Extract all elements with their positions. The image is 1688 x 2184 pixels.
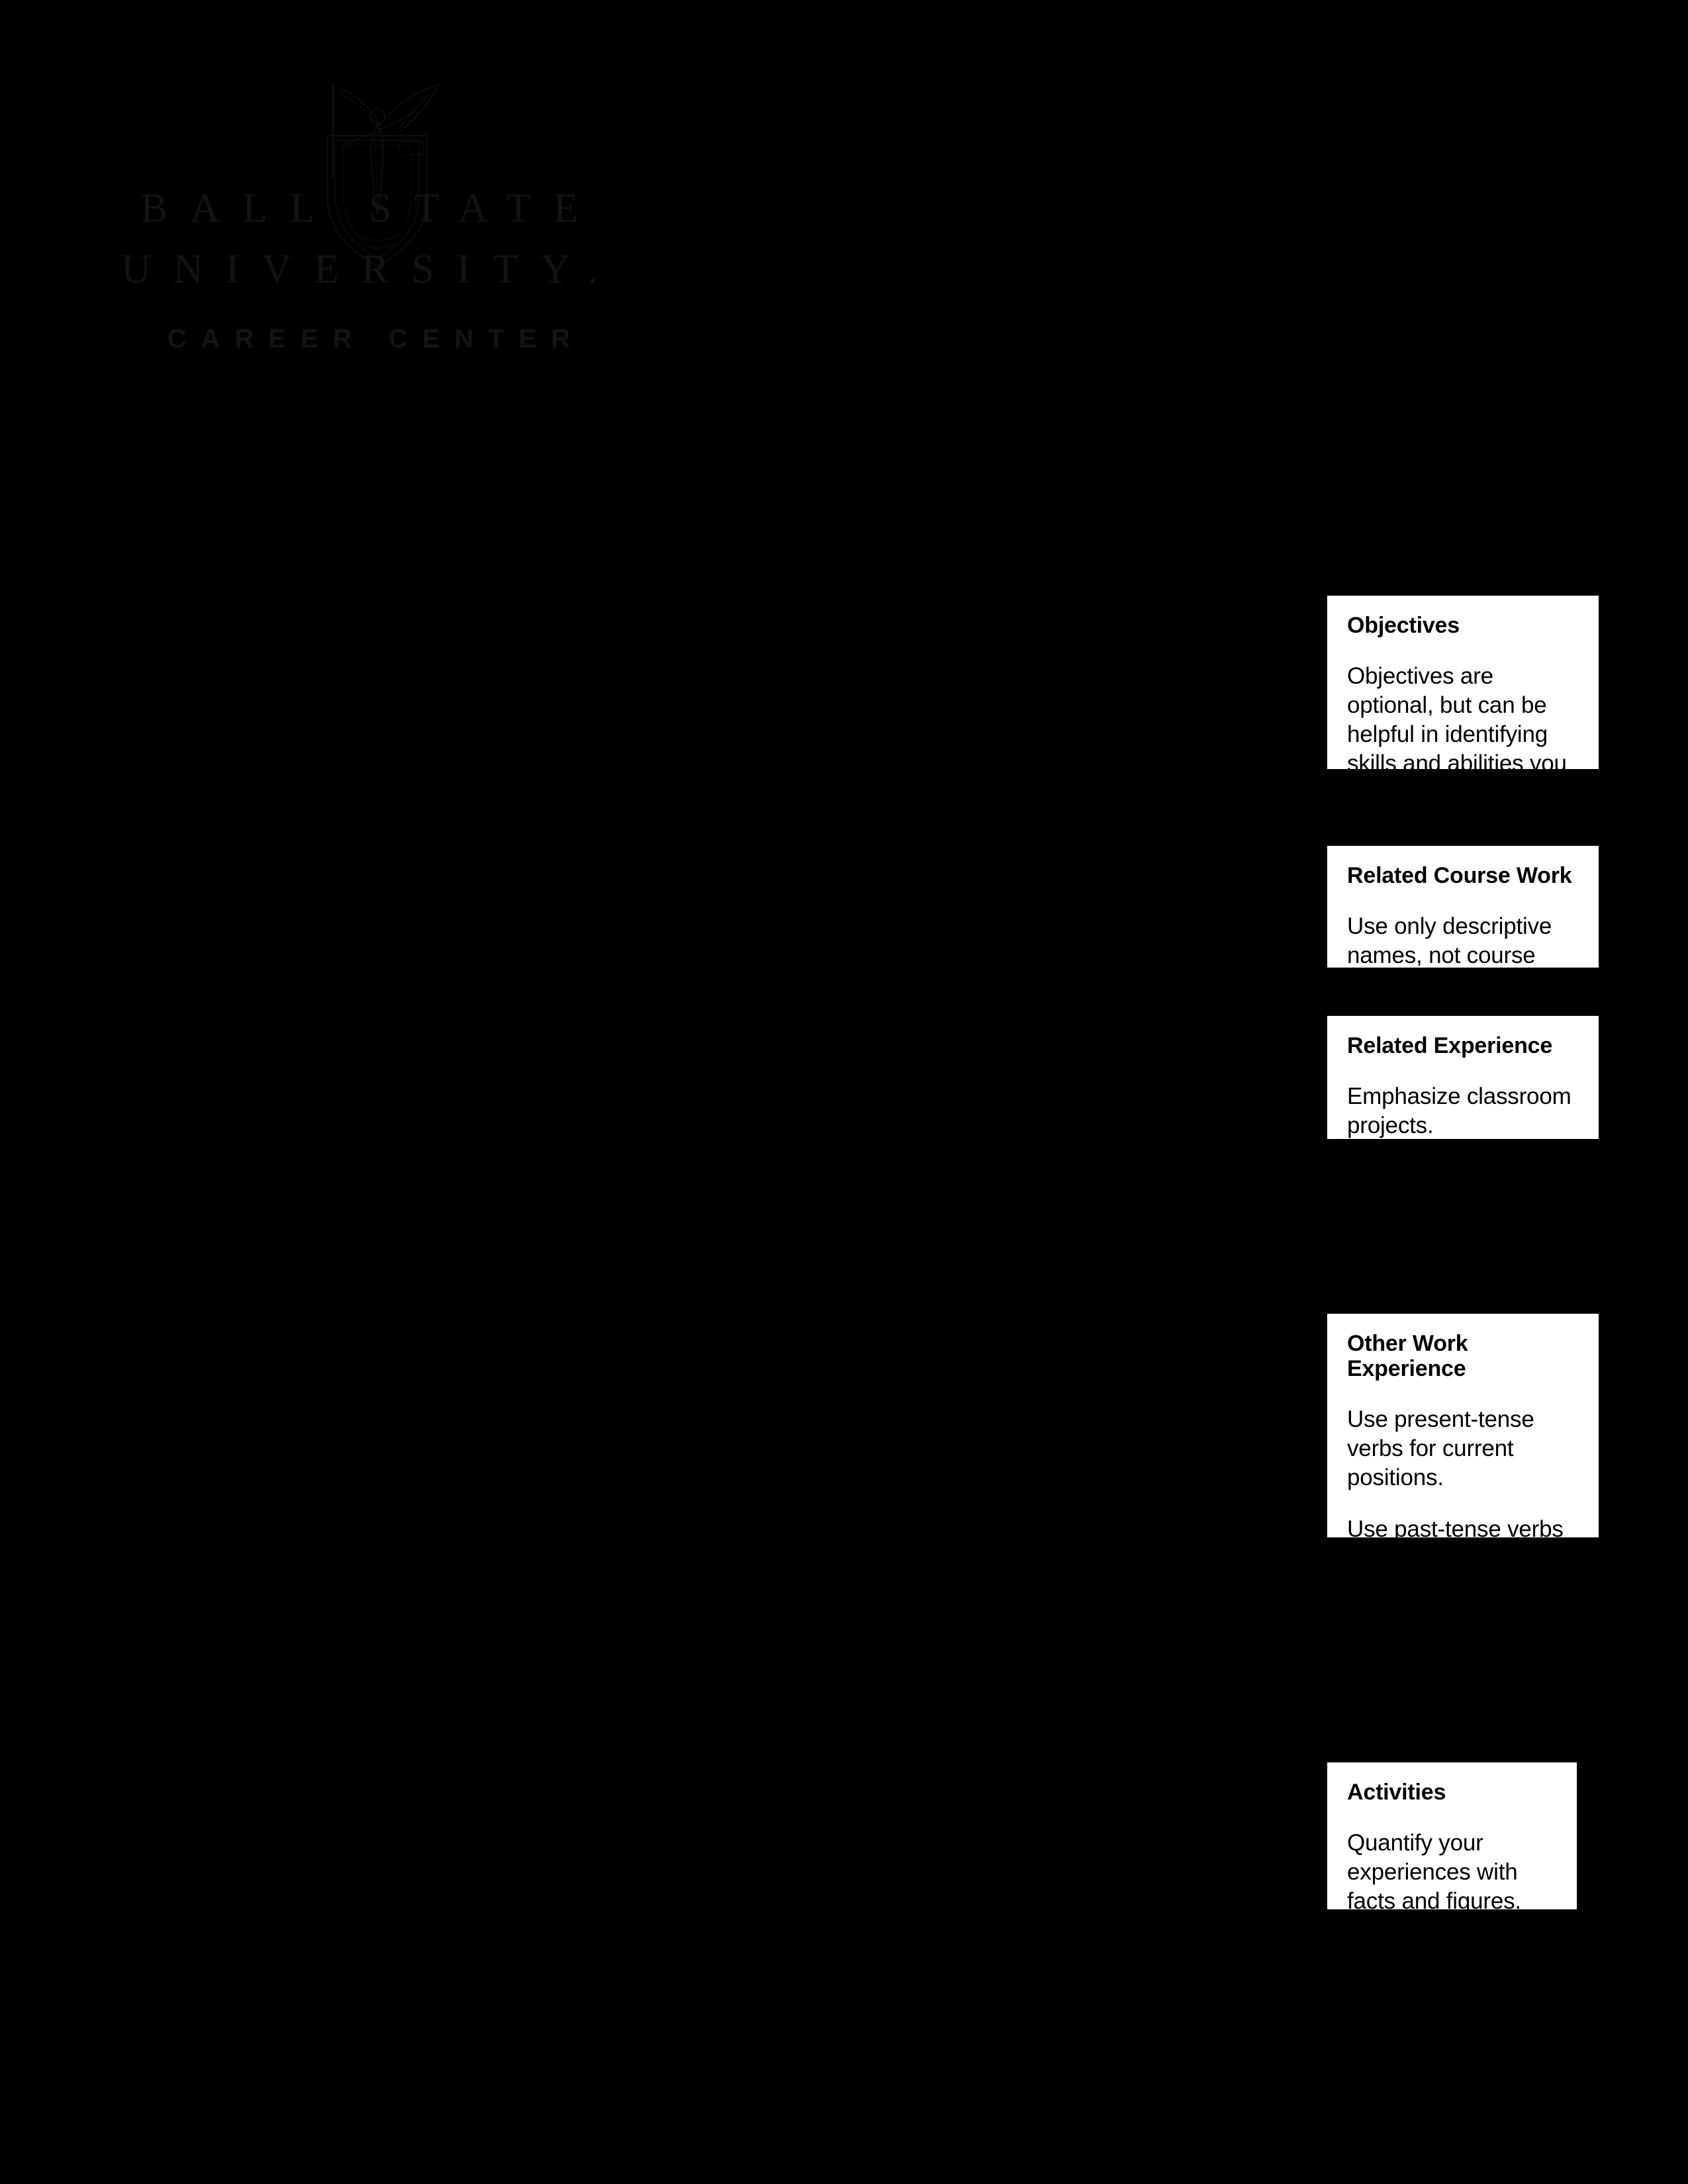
callout-objectives-paragraph-1: Objectives are optional, but can be help… (1347, 663, 1567, 769)
callout-other-work-experience: Other Work Experience Use present-tense … (1327, 1314, 1599, 1537)
callout-related-course-work-paragraph-1: Use only descriptive names, not course n… (1347, 913, 1552, 968)
callout-other-work-experience-title: Other Work Experience (1347, 1331, 1468, 1382)
callout-related-experience: Related Experience Emphasize classroom p… (1327, 1016, 1599, 1139)
ball-state-career-center-logo: BALL STATE UNIVERSITY. CAREER CENTER (99, 73, 695, 377)
callout-activities-paragraph-1: Quantify your experiences with facts and… (1347, 1830, 1521, 1909)
logo-wordmark-line-2: UNIVERSITY. (121, 247, 620, 292)
document-page: BALL STATE UNIVERSITY. CAREER CENTER Obj… (0, 0, 1688, 2184)
callout-activities-title: Activities (1347, 1780, 1446, 1805)
callout-related-course-work-title: Related Course Work (1347, 863, 1572, 888)
cardinal-crest-emblem-icon (301, 73, 453, 271)
callout-related-experience-paragraph-1: Emphasize classroom projects. (1347, 1083, 1571, 1139)
callout-related-course-work: Related Course Work Use only descriptive… (1327, 846, 1599, 968)
logo-wordmark-line-1: BALL STATE (140, 186, 602, 231)
callout-other-work-experience-paragraph-1: Use present-tense verbs for current posi… (1347, 1406, 1534, 1491)
callout-related-experience-title: Related Experience (1347, 1033, 1553, 1058)
callout-activities: Activities Quantify your experiences wit… (1327, 1762, 1577, 1909)
logo-subtitle-career-center: CAREER CENTER (167, 324, 585, 353)
callout-other-work-experience-paragraph-2: Use past-tense verbs for previous positi… (1347, 1516, 1564, 1537)
callout-objectives: Objectives Objectives are optional, but … (1327, 596, 1599, 769)
callout-objectives-title: Objectives (1347, 613, 1460, 638)
